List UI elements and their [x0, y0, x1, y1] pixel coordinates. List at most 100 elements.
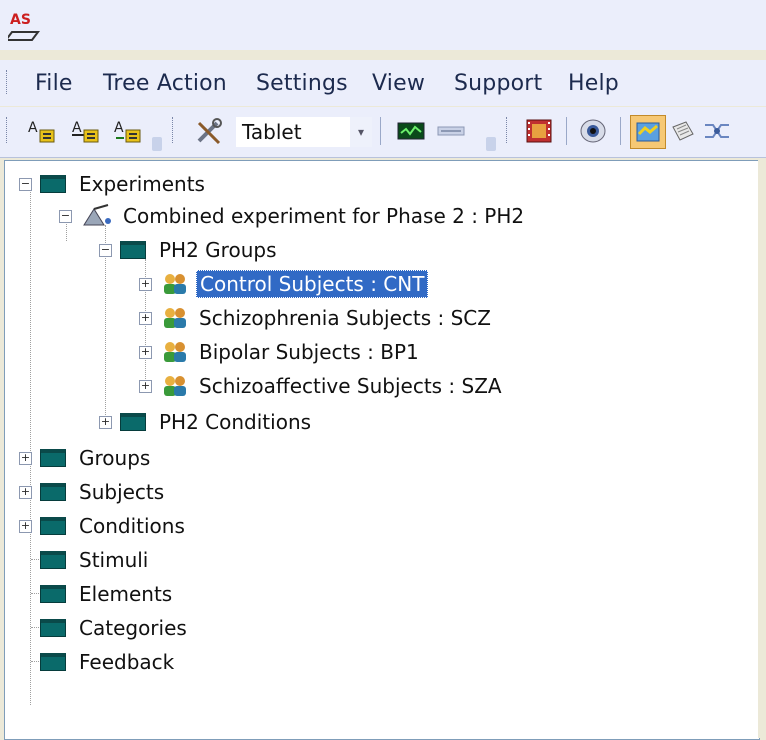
- waveform-icon: [397, 122, 425, 140]
- expand-toggle[interactable]: +: [139, 311, 152, 325]
- folder-icon: [120, 413, 146, 431]
- edit-item-button[interactable]: A: [70, 115, 104, 147]
- tree-node-label: Schizophrenia Subjects : SCZ: [199, 306, 491, 330]
- film-icon: [526, 119, 552, 143]
- tree-node-label: Schizoaffective Subjects : SZA: [199, 374, 502, 398]
- toolbar-overflow-1[interactable]: [152, 137, 162, 151]
- tree-node-label: PH2 Conditions: [159, 410, 312, 434]
- tree-node-label: Conditions: [79, 514, 185, 538]
- group-icon: [164, 342, 186, 362]
- eye-button[interactable]: [576, 115, 610, 147]
- flow-button[interactable]: [700, 115, 734, 147]
- menu-support[interactable]: Support: [454, 71, 542, 96]
- expand-toggle[interactable]: +: [19, 519, 32, 533]
- tree-node-label: Control Subjects : CNT: [196, 270, 429, 298]
- collapse-toggle[interactable]: −: [59, 209, 72, 223]
- signal-button[interactable]: [394, 115, 428, 147]
- tree-node-ph2-conditions[interactable]: + PH2 Conditions: [99, 407, 314, 437]
- title-bar: AS: [0, 0, 766, 50]
- tree-node-experiments[interactable]: − Experiments: [19, 169, 208, 199]
- expand-toggle[interactable]: +: [19, 485, 32, 499]
- add-item-button[interactable]: A: [26, 115, 60, 147]
- tree-node-elements[interactable]: Elements: [19, 579, 175, 609]
- menu-tree-action[interactable]: Tree Action: [103, 71, 227, 96]
- folder-icon: [120, 241, 146, 259]
- tree-node-label: Elements: [79, 582, 173, 606]
- tree-node-label: Combined experiment for Phase 2 : PH2: [123, 204, 525, 228]
- collapse-toggle[interactable]: −: [19, 177, 32, 191]
- expand-toggle[interactable]: +: [99, 415, 112, 429]
- tree-node-feedback[interactable]: Feedback: [19, 647, 177, 677]
- tools-button[interactable]: [192, 115, 228, 147]
- tree-node-schizoaffective-subjects[interactable]: + Schizoaffective Subjects : SZA: [139, 371, 505, 401]
- tree-node-control-subjects[interactable]: + Control Subjects : CNT: [139, 269, 429, 299]
- tree-node-groups[interactable]: + Groups: [19, 443, 153, 473]
- menu-view[interactable]: View: [372, 71, 425, 96]
- svg-text:A: A: [28, 120, 38, 136]
- add-a-icon: A: [28, 120, 55, 143]
- toolbar-separator-3: [620, 117, 621, 145]
- menu-help[interactable]: Help: [568, 71, 619, 96]
- menu-settings[interactable]: Settings: [256, 71, 348, 96]
- flow-icon: [705, 124, 729, 138]
- expand-toggle[interactable]: +: [139, 277, 152, 291]
- group-icon: [164, 308, 186, 328]
- menu-file[interactable]: File: [35, 71, 73, 96]
- notes-icon: [672, 121, 694, 141]
- expand-toggle[interactable]: +: [19, 451, 32, 465]
- link-item-button[interactable]: A: [112, 115, 146, 147]
- tree-node-label: Feedback: [79, 650, 175, 674]
- tree-node-schizophrenia-subjects[interactable]: + Schizophrenia Subjects : SCZ: [139, 303, 494, 333]
- tree-node-label: Bipolar Subjects : BP1: [199, 340, 419, 364]
- chevron-down-icon[interactable]: ▾: [350, 117, 372, 147]
- tools-icon: [197, 118, 222, 145]
- map-icon: [636, 122, 660, 142]
- folder-icon: [40, 175, 66, 193]
- menu-grip[interactable]: [6, 70, 10, 94]
- toolbar-grip[interactable]: [6, 117, 10, 143]
- folder-icon: [40, 551, 66, 569]
- expand-toggle[interactable]: +: [139, 379, 152, 393]
- panel-edge: [758, 160, 766, 738]
- expand-toggle[interactable]: +: [139, 345, 152, 359]
- tree-node-bipolar-subjects[interactable]: + Bipolar Subjects : BP1: [139, 337, 422, 367]
- tree-node-label: Groups: [79, 446, 151, 470]
- map-button[interactable]: [630, 115, 666, 149]
- toolbar-separator: [380, 117, 381, 145]
- folder-icon: [40, 653, 66, 671]
- film-button[interactable]: [522, 115, 556, 147]
- tree-node-combined-experiment[interactable]: − Combined experiment for Phase 2 : PH2: [59, 201, 527, 231]
- device-select-value: Tablet: [242, 120, 302, 144]
- toolbar-separator-2: [566, 117, 567, 145]
- tree-node-stimuli[interactable]: Stimuli: [19, 545, 151, 575]
- tree-node-label: Stimuli: [79, 548, 149, 572]
- device-select[interactable]: Tablet ▾: [236, 117, 372, 147]
- tree-node-conditions[interactable]: + Conditions: [19, 511, 188, 541]
- folder-icon: [40, 449, 66, 467]
- tree-node-label: PH2 Groups: [159, 238, 277, 262]
- svg-text:A: A: [72, 120, 82, 136]
- toolbar-overflow-2[interactable]: [486, 137, 496, 151]
- app-logo-icon: AS: [8, 12, 40, 41]
- folder-icon: [40, 585, 66, 603]
- group-icon: [164, 376, 186, 396]
- tree-view[interactable]: − Experiments − Combined experiment for …: [4, 160, 760, 740]
- notes-button[interactable]: [668, 115, 698, 147]
- toolbar: A A A Tablet ▾: [0, 107, 766, 158]
- folder-icon: [40, 483, 66, 501]
- tree-node-label: Experiments: [79, 172, 205, 196]
- group-icon: [164, 274, 186, 294]
- collapse-toggle[interactable]: −: [99, 243, 112, 257]
- toolbar-grip-2[interactable]: [172, 117, 176, 143]
- svg-text:AS: AS: [10, 12, 31, 28]
- tree-node-ph2-groups[interactable]: − PH2 Groups: [99, 235, 280, 265]
- experiment-icon: [83, 204, 111, 226]
- edit-a-icon: A: [72, 120, 99, 143]
- folder-icon: [40, 517, 66, 535]
- device-bar-icon: [437, 126, 465, 136]
- tree-node-subjects[interactable]: + Subjects: [19, 477, 167, 507]
- tree-node-categories[interactable]: Categories: [19, 613, 190, 643]
- toolbar-grip-3[interactable]: [506, 117, 510, 143]
- eye-icon: [580, 119, 606, 143]
- device-button[interactable]: [434, 115, 468, 147]
